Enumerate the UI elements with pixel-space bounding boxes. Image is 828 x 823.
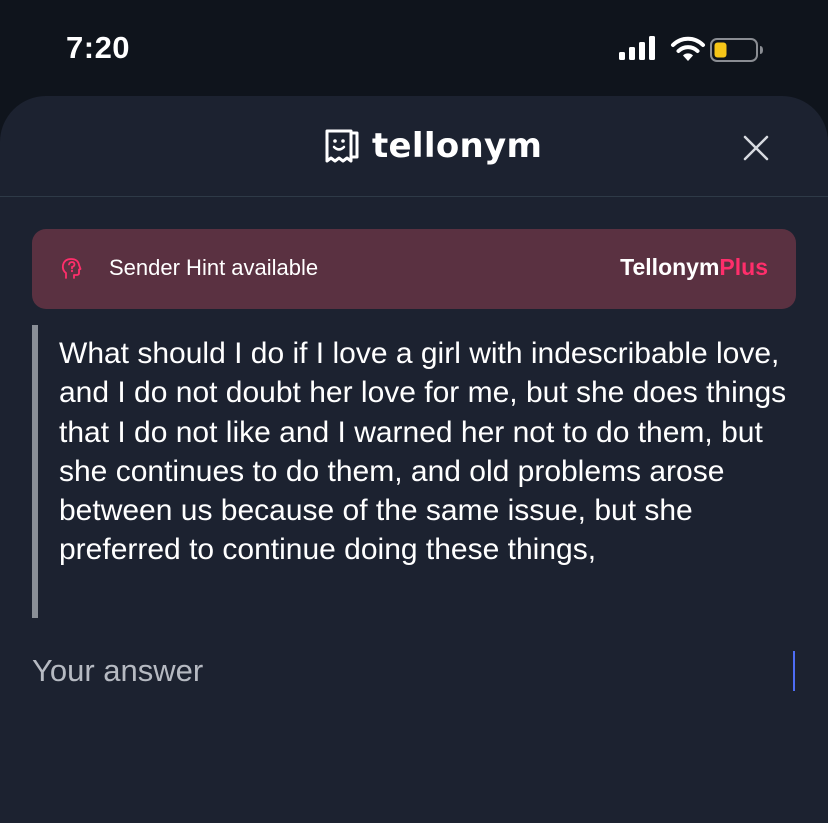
sender-hint-banner[interactable]: Sender Hint available TellonymPlus xyxy=(32,229,796,309)
status-time: 7:20 xyxy=(66,30,131,65)
wifi-icon xyxy=(671,36,705,61)
answer-input[interactable] xyxy=(32,646,798,696)
close-icon[interactable] xyxy=(740,132,772,164)
brand-name: tellonym xyxy=(372,126,543,166)
battery-low-icon xyxy=(710,38,763,62)
question-quote-bar xyxy=(32,325,38,618)
tellonym-plus-label: TellonymPlus xyxy=(620,254,768,281)
sheet-header: tellonym xyxy=(0,96,828,197)
text-caret xyxy=(793,651,795,691)
cellular-signal-icon xyxy=(619,36,655,60)
tellonym-logo-icon xyxy=(325,129,359,163)
sender-hint-label: Sender Hint available xyxy=(109,255,319,280)
tellonym-plus-main: Tellonym xyxy=(620,254,720,280)
question-text: What should I do if I love a girl with i… xyxy=(59,337,787,567)
status-bar: 7:20 xyxy=(0,0,828,96)
tellonym-plus-accent: Plus xyxy=(719,254,768,280)
question-sheet: tellonym Sender Hint available TellonymP… xyxy=(0,96,828,823)
head-question-icon xyxy=(61,258,82,279)
brand-logo: tellonym xyxy=(324,126,542,166)
